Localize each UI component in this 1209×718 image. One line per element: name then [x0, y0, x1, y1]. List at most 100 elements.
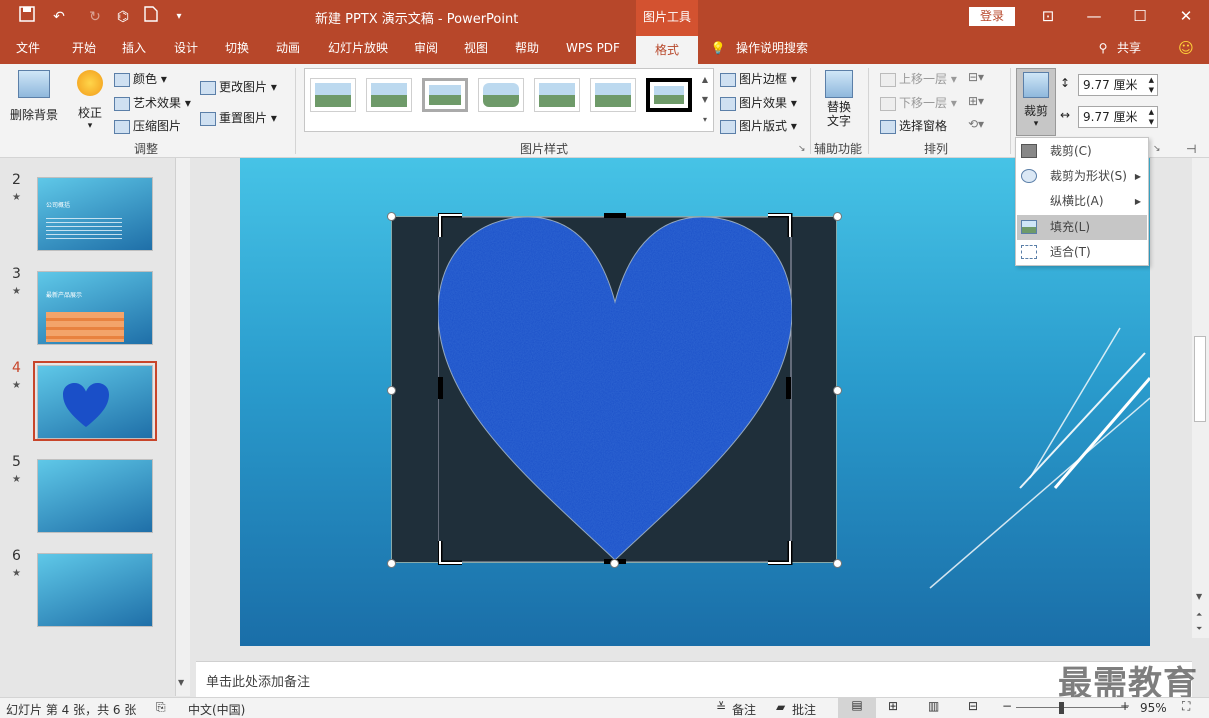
presenter-icon[interactable]: ⌬ — [112, 6, 134, 28]
menu-item-fill[interactable]: 填充(L) — [1017, 215, 1147, 240]
style-thumb-3[interactable] — [422, 78, 468, 112]
tab-transitions[interactable]: 切换 — [215, 34, 259, 64]
reading-view-icon[interactable]: ▥ — [928, 699, 939, 713]
tab-view[interactable]: 视图 — [454, 34, 498, 64]
thumbnail-scrollbar[interactable]: ▼ — [175, 158, 190, 696]
menu-item-aspect-ratio[interactable]: 纵横比(A) ▶ — [1017, 189, 1147, 214]
corrections-button[interactable]: 校正 ▾ — [72, 70, 108, 131]
save-icon[interactable] — [16, 6, 38, 28]
send-backward-button[interactable]: 下移一层 ▾ — [880, 94, 957, 111]
redo-icon[interactable]: ↻ — [84, 6, 106, 28]
menu-item-fit[interactable]: 适合(T) — [1017, 240, 1147, 265]
group-separator — [1010, 68, 1011, 154]
resize-handle[interactable] — [833, 559, 842, 568]
tab-design[interactable]: 设计 — [164, 34, 208, 64]
zoom-in-icon[interactable]: + — [1120, 699, 1130, 713]
ribbon-display-icon[interactable]: ⊡ — [1025, 0, 1071, 34]
slide-thumbnail-5[interactable] — [37, 459, 153, 533]
tab-help[interactable]: 帮助 — [505, 34, 549, 64]
notes-toggle-button[interactable]: 备注 — [732, 701, 756, 718]
slide-thumbnail-2[interactable]: 公司概括 — [37, 177, 153, 251]
tab-slideshow[interactable]: 幻灯片放映 — [316, 34, 400, 64]
canvas-scrollbar[interactable]: ▼ ⏶ ⏷ — [1192, 158, 1209, 638]
crop-button[interactable]: 裁剪 ▾ — [1016, 68, 1056, 136]
tab-wps-pdf[interactable]: WPS PDF — [558, 34, 628, 64]
slide-sorter-icon[interactable]: ⊞ — [888, 699, 898, 713]
zoom-out-icon[interactable]: − — [1002, 699, 1012, 713]
style-thumb-2[interactable] — [366, 78, 412, 112]
remove-background-button[interactable]: 删除背景 — [6, 70, 62, 123]
resize-handle[interactable] — [387, 386, 396, 395]
resize-handle[interactable] — [610, 559, 619, 568]
menu-item-crop[interactable]: 裁剪(C) — [1017, 139, 1147, 164]
picture-effects-button[interactable]: 图片效果 ▾ — [720, 94, 797, 111]
style-thumb-5[interactable] — [534, 78, 580, 112]
color-button[interactable]: 颜色 ▾ — [114, 70, 167, 87]
tab-file[interactable]: 文件 — [6, 34, 50, 64]
align-icon[interactable]: ⊟▾ — [968, 70, 984, 84]
tell-me-search[interactable]: 操作说明搜索 — [736, 34, 816, 64]
style-thumb-7[interactable] — [646, 78, 692, 112]
alt-text-button[interactable]: 替换 文字 — [818, 70, 860, 128]
compress-button[interactable]: 压缩图片 — [114, 117, 181, 134]
share-button[interactable]: 共享 — [1114, 34, 1144, 64]
tab-home[interactable]: 开始 — [60, 34, 108, 64]
resize-handle[interactable] — [833, 212, 842, 221]
new-file-icon[interactable] — [140, 6, 162, 28]
tab-review[interactable]: 审阅 — [404, 34, 448, 64]
zoom-level[interactable]: 95% — [1140, 701, 1167, 715]
slide-thumbnail-3[interactable]: 最新产品展示 — [37, 271, 153, 345]
gallery-scroll[interactable]: ▲ ▼ ▾ — [698, 70, 712, 130]
zoom-slider-thumb[interactable] — [1059, 702, 1065, 714]
tab-format[interactable]: 格式 — [636, 34, 698, 64]
normal-view-icon[interactable]: ▤ — [838, 698, 876, 718]
alt-text-label-2: 文字 — [826, 114, 851, 128]
rotate-icon[interactable]: ⟲▾ — [968, 117, 984, 131]
zoom-slider-track[interactable] — [1016, 707, 1128, 708]
login-button[interactable]: 登录 — [969, 7, 1015, 26]
smiley-icon[interactable]: ☺ — [1176, 34, 1196, 64]
comments-button[interactable]: 批注 — [792, 701, 816, 718]
style-thumb-6[interactable] — [590, 78, 636, 112]
slide-thumbnail-4[interactable] — [37, 365, 153, 439]
notes-pane[interactable]: 单击此处添加备注 — [196, 661, 1192, 697]
size-dialog-launcher-icon[interactable]: ↘ — [1153, 144, 1161, 154]
close-button[interactable]: ✕ — [1163, 0, 1209, 34]
artistic-effects-button[interactable]: 艺术效果 ▾ — [114, 94, 191, 111]
menu-item-crop-to-shape[interactable]: 裁剪为形状(S) ▶ — [1017, 164, 1147, 189]
fit-to-window-icon[interactable]: ⛶ — [1182, 699, 1190, 714]
picture-layout-button[interactable]: 图片版式 ▾ — [720, 117, 797, 134]
picture-border-button[interactable]: 图片边框 ▾ — [720, 70, 797, 87]
reset-picture-button[interactable]: 重置图片 ▾ — [200, 109, 277, 126]
scroll-down-icon[interactable]: ▼ — [1196, 592, 1202, 601]
selection-pane-button[interactable]: 选择窗格 — [880, 117, 947, 134]
language-indicator[interactable]: 中文(中国) — [188, 701, 245, 718]
style-thumb-1[interactable] — [310, 78, 356, 112]
slide-number: 4 — [12, 360, 21, 376]
tab-insert[interactable]: 插入 — [112, 34, 156, 64]
pin-icon[interactable]: ⊣ — [1186, 142, 1196, 156]
slideshow-icon[interactable]: ⊟ — [968, 699, 978, 713]
resize-handle[interactable] — [387, 559, 396, 568]
dialog-launcher-icon[interactable]: ↘ — [798, 144, 806, 154]
scroll-thumb[interactable] — [1194, 336, 1206, 422]
restore-button[interactable]: ☐ — [1117, 0, 1163, 34]
style-thumb-4[interactable] — [478, 78, 524, 112]
change-picture-button[interactable]: 更改图片 ▾ — [200, 78, 277, 95]
scroll-down-icon[interactable]: ▼ — [178, 678, 184, 687]
picture-object[interactable] — [391, 213, 837, 565]
group-icon[interactable]: ⊞▾ — [968, 94, 984, 108]
resize-handle[interactable] — [387, 212, 396, 221]
next-slide-icon[interactable]: ⏷ — [1196, 624, 1202, 634]
resize-handle[interactable] — [833, 386, 842, 395]
minimize-button[interactable]: — — [1071, 0, 1117, 34]
width-field[interactable]: 9.77 厘米 ▲ ▼ — [1078, 106, 1158, 128]
customize-toolbar-icon[interactable]: ▾ — [168, 6, 190, 28]
slide-thumbnail-6[interactable] — [37, 553, 153, 627]
spellcheck-icon[interactable]: ⎘ — [156, 700, 166, 715]
undo-icon[interactable]: ↶ — [48, 6, 70, 28]
tab-animations[interactable]: 动画 — [266, 34, 310, 64]
bring-forward-button[interactable]: 上移一层 ▾ — [880, 70, 957, 87]
prev-slide-icon[interactable]: ⏶ — [1196, 610, 1202, 620]
height-field[interactable]: 9.77 厘米 ▲ ▼ — [1078, 74, 1158, 96]
